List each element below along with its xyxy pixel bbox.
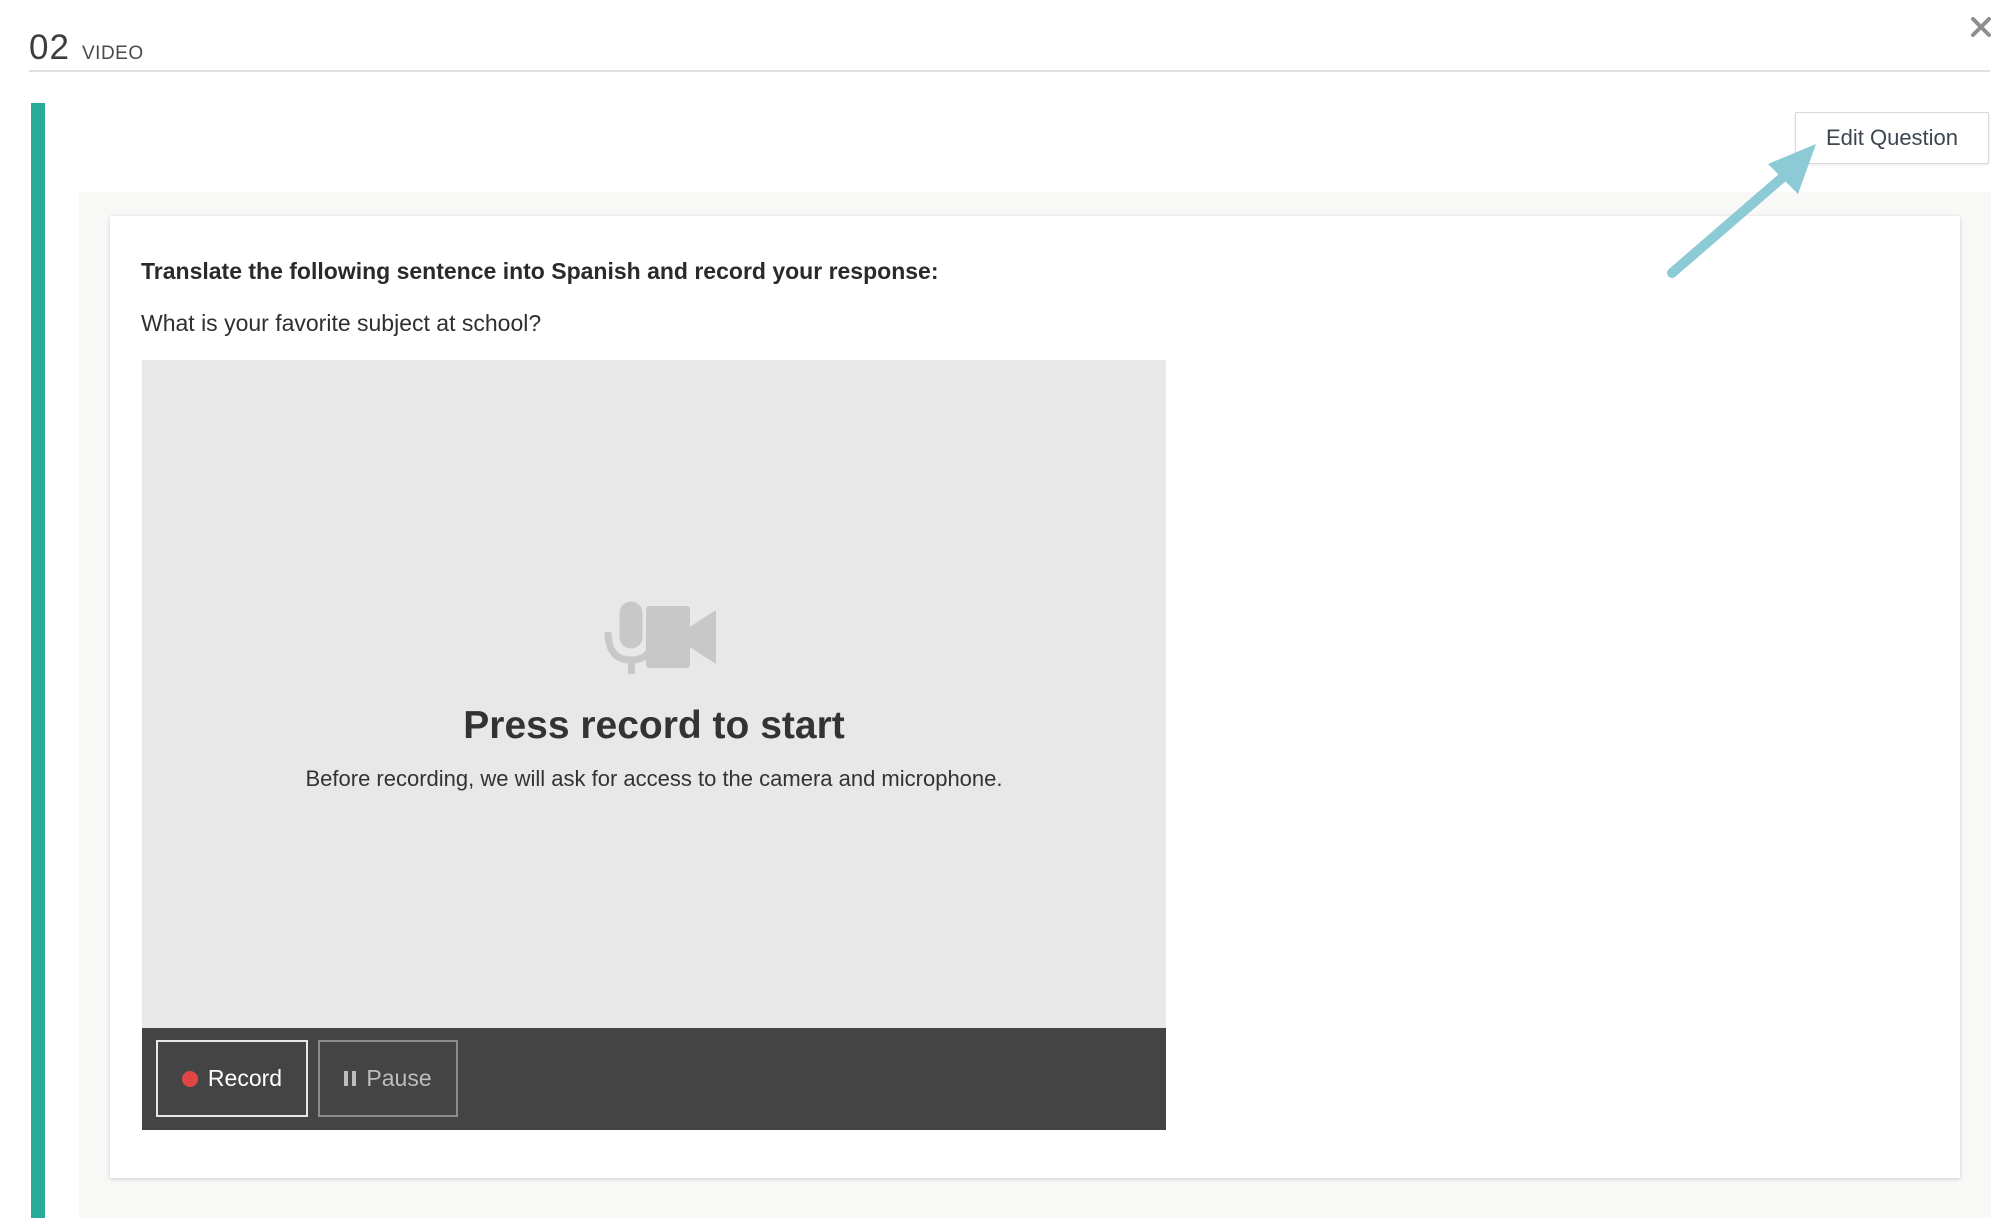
recorder-subtitle: Before recording, we will ask for access… (305, 766, 1003, 791)
question-header: 02 VIDEO (29, 24, 1990, 72)
record-dot-icon (181, 1070, 198, 1087)
recorder-title: Press record to start (463, 704, 845, 747)
close-icon[interactable] (1968, 14, 1994, 40)
recorder-controls: Record Pause (142, 1028, 1166, 1130)
accent-bar (31, 103, 45, 1218)
pause-button-label: Pause (366, 1065, 432, 1091)
pause-icon (344, 1071, 357, 1086)
mic-camera-icon (602, 598, 718, 683)
pause-button[interactable]: Pause (318, 1040, 458, 1117)
video-recorder-area: Press record to start Before recording, … (142, 360, 1166, 1028)
record-button[interactable]: Record (156, 1040, 308, 1117)
question-sentence: What is your favorite subject at school? (141, 310, 542, 336)
question-instruction: Translate the following sentence into Sp… (141, 258, 939, 284)
annotation-arrow-icon (1660, 128, 1840, 293)
question-type: VIDEO (82, 43, 144, 64)
question-number: 02 (29, 28, 70, 67)
record-button-label: Record (207, 1065, 283, 1091)
